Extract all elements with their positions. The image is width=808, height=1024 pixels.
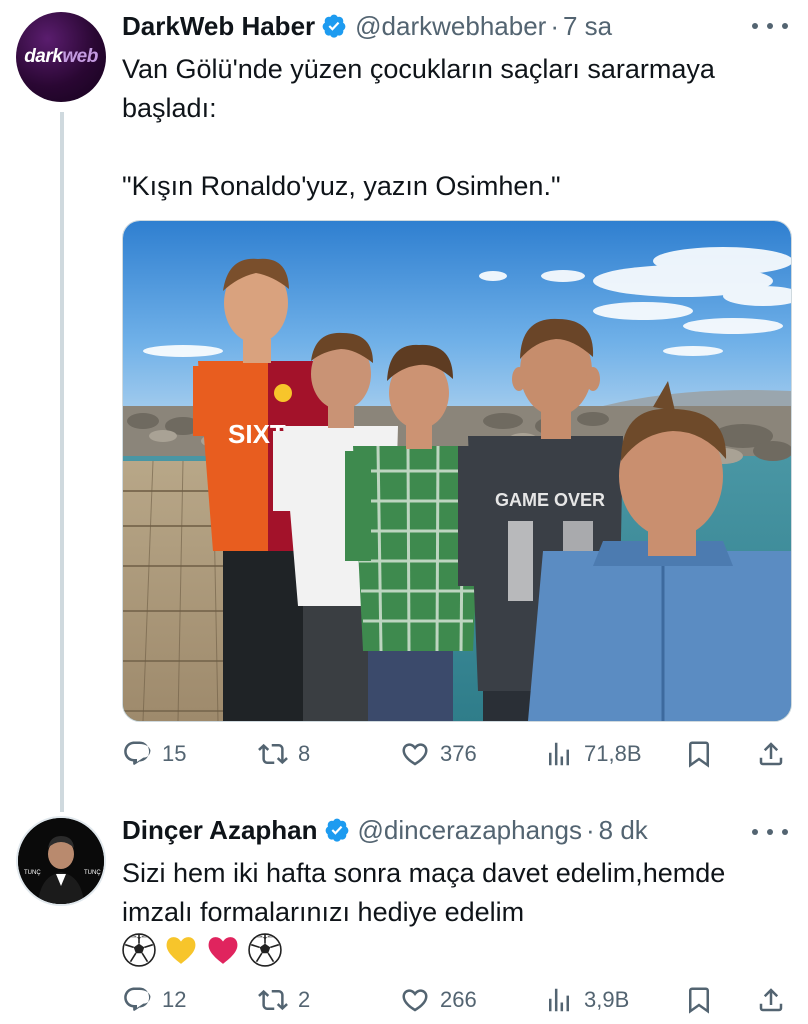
retweet-button[interactable]: 8 bbox=[258, 732, 310, 776]
avatar-darkwebhaber[interactable]: darkweb bbox=[16, 12, 106, 102]
separator-dot: · bbox=[550, 10, 559, 41]
tweet-darkwebhaber[interactable]: darkweb DarkWeb Haber @darkwebhaber · 7 … bbox=[0, 0, 808, 812]
retweet-button[interactable]: 2 bbox=[258, 978, 310, 1022]
tweet2-header: Dinçer Azaphan @dincerazaphangs · 8 dk bbox=[122, 812, 648, 848]
game-over-shirt-text: GAME OVER bbox=[495, 490, 605, 510]
reply-button[interactable]: 12 bbox=[122, 978, 186, 1022]
tweet-photo[interactable]: SIXT GAME OVER bbox=[122, 220, 792, 722]
share-icon bbox=[759, 742, 783, 766]
author-name[interactable]: Dinçer Azaphan bbox=[122, 815, 318, 846]
svg-text:TUNÇ: TUNÇ bbox=[84, 870, 101, 876]
like-button[interactable]: 376 bbox=[400, 732, 477, 776]
svg-text:TUNÇ: TUNÇ bbox=[24, 870, 41, 876]
heart-icon bbox=[402, 743, 428, 766]
like-button[interactable]: 266 bbox=[400, 978, 477, 1022]
soccer-ball-icon bbox=[122, 933, 156, 967]
verified-badge-icon bbox=[322, 14, 346, 38]
tweet-header: DarkWeb Haber @darkwebhaber · 7 sa bbox=[122, 8, 612, 44]
thread-connector-line bbox=[60, 112, 64, 812]
tweet-timestamp[interactable]: 8 dk bbox=[599, 815, 648, 846]
bookmark-button[interactable] bbox=[684, 732, 714, 776]
retweet-icon bbox=[258, 989, 288, 1011]
verified-badge-icon bbox=[325, 818, 348, 842]
tweet-text: Van Gölü'nde yüzen çocukların saçları sa… bbox=[122, 54, 715, 201]
reply-button[interactable]: 15 bbox=[122, 732, 186, 776]
views-count: 3,9B bbox=[584, 987, 630, 1012]
profile-photo: TUNÇ TUNÇ bbox=[18, 818, 104, 904]
like-count: 376 bbox=[440, 741, 477, 766]
retweet-icon bbox=[258, 743, 288, 765]
retweet-count: 2 bbox=[298, 987, 311, 1012]
bookmark-button[interactable] bbox=[684, 978, 714, 1022]
share-icon bbox=[759, 988, 783, 1012]
bookmark-icon bbox=[689, 741, 709, 768]
tweet-actions-bar: 15 8 376 71,8B bbox=[122, 732, 792, 776]
avatar-dincerazaphan[interactable]: TUNÇ TUNÇ bbox=[16, 816, 106, 906]
share-button[interactable] bbox=[756, 732, 786, 776]
reply-icon bbox=[124, 741, 151, 765]
soccer-ball-icon bbox=[248, 933, 282, 967]
views-chart-icon bbox=[549, 988, 569, 1012]
author-handle[interactable]: @darkwebhaber bbox=[355, 11, 546, 42]
heart-icon bbox=[402, 989, 428, 1012]
author-handle[interactable]: @dincerazaphangs bbox=[358, 815, 582, 846]
separator-dot: · bbox=[585, 814, 595, 845]
author-name[interactable]: DarkWeb Haber bbox=[122, 11, 315, 42]
more-options-icon[interactable] bbox=[752, 822, 788, 842]
more-options-icon[interactable] bbox=[752, 16, 788, 36]
emoji-row bbox=[122, 930, 290, 970]
yellow-heart-icon bbox=[166, 937, 196, 964]
reply-count: 15 bbox=[162, 741, 187, 766]
reply-count: 12 bbox=[162, 987, 187, 1012]
bookmark-icon bbox=[689, 987, 709, 1014]
reply-actions-bar: 12 2 266 3,9B bbox=[122, 978, 792, 1022]
views-chart-icon bbox=[549, 742, 569, 766]
reply-text: Sizi hem iki hafta sonra maça davet edel… bbox=[122, 858, 733, 927]
darkweb-logo: darkweb bbox=[24, 46, 98, 67]
views-button[interactable]: 71,8B bbox=[544, 732, 642, 776]
red-heart-icon bbox=[208, 937, 238, 964]
retweet-count: 8 bbox=[298, 741, 311, 766]
tweet-timestamp[interactable]: 7 sa bbox=[563, 11, 612, 42]
views-button[interactable]: 3,9B bbox=[544, 978, 629, 1022]
views-count: 71,8B bbox=[584, 741, 642, 766]
reply-icon bbox=[124, 987, 151, 1011]
share-button[interactable] bbox=[756, 978, 786, 1022]
like-count: 266 bbox=[440, 987, 477, 1012]
photo-kids-at-lake: SIXT GAME OVER bbox=[123, 221, 791, 721]
